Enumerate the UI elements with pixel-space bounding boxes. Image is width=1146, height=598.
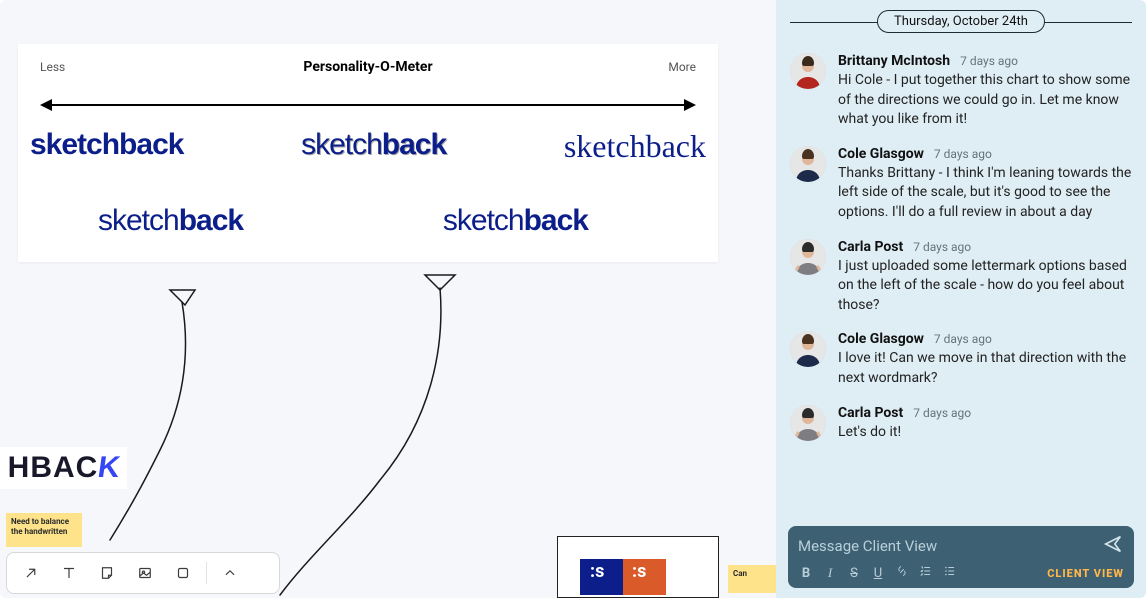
chat-panel: Thursday, October 24th Brittany McIntosh…	[776, 0, 1146, 598]
arrow-icon[interactable]	[13, 557, 49, 589]
sticky-note-1[interactable]: Need to balance the handwritten	[6, 513, 82, 547]
avatar[interactable]	[790, 331, 826, 367]
meter-row-2: sketchback sketchback	[98, 204, 588, 238]
message-composer: Message Client View B I S U	[788, 526, 1134, 588]
message-author: Brittany McIntosh	[838, 53, 950, 69]
message-author: Carla Post	[838, 405, 903, 421]
message-row[interactable]: Cole Glasgow 7 days ago I love it! Can we …	[790, 323, 1132, 396]
format-toolbar: B I S U	[798, 564, 958, 582]
preview-swatch: :s :s	[580, 559, 666, 595]
message-text: I just uploaded some lettermark options …	[838, 257, 1132, 316]
toolbar-separator	[206, 562, 207, 584]
link-icon[interactable]	[894, 564, 910, 582]
message-timestamp: 7 days ago	[960, 54, 1018, 68]
lettermark-crop[interactable]: HBACK	[0, 447, 127, 489]
underline-icon[interactable]: U	[870, 566, 886, 581]
avatar[interactable]	[790, 239, 826, 275]
sticky-note-icon[interactable]	[89, 557, 125, 589]
message-row[interactable]: Carla Post 7 days ago I just uploaded some…	[790, 231, 1132, 324]
text-tool-icon[interactable]	[51, 557, 87, 589]
preview-glyph-1: :s	[590, 561, 604, 582]
chevron-up-icon[interactable]	[212, 557, 248, 589]
personality-meter-card: Less Personality-O-Meter More sketchback…	[18, 44, 718, 262]
composer-input[interactable]: Message Client View	[798, 537, 937, 555]
date-pill: Thursday, October 24th	[877, 10, 1045, 33]
message-timestamp: 7 days ago	[934, 332, 992, 346]
logo-variant-3: sketchback	[564, 130, 706, 162]
logo-variant-4: sketchback	[98, 204, 243, 238]
canvas-toolbar	[6, 552, 280, 594]
logo-variant-1: sketchback	[30, 130, 183, 162]
message-timestamp: 7 days ago	[934, 147, 992, 161]
italic-icon[interactable]: I	[822, 565, 838, 581]
meter-title: Personality-O-Meter	[18, 59, 718, 75]
message-text: I love it! Can we move in that direction…	[838, 349, 1132, 388]
sticky-note-2[interactable]: Can	[728, 565, 776, 593]
message-row[interactable]: Brittany McIntosh 7 days ago Hi Cole - I p…	[790, 45, 1132, 138]
message-list[interactable]: Brittany McIntosh 7 days ago Hi Cole - I p…	[776, 37, 1146, 518]
canvas-area[interactable]: Less Personality-O-Meter More sketchback…	[0, 0, 776, 598]
bold-icon[interactable]: B	[798, 566, 814, 581]
shape-icon[interactable]	[165, 557, 201, 589]
message-text: Hi Cole - I put together this chart to s…	[838, 71, 1132, 130]
logo-variant-5: sketchback	[443, 204, 588, 238]
message-author: Carla Post	[838, 239, 903, 255]
message-row[interactable]: Carla Post 7 days ago Let's do it!	[790, 397, 1132, 451]
avatar[interactable]	[790, 405, 826, 441]
image-icon[interactable]	[127, 557, 163, 589]
meter-row-1: sketchback sketchback sketchback	[18, 130, 718, 162]
preview-card[interactable]: :s :s	[557, 536, 719, 598]
unordered-list-icon[interactable]	[942, 564, 958, 582]
date-divider: Thursday, October 24th	[776, 0, 1146, 37]
message-author: Cole Glasgow	[838, 146, 924, 162]
logo-variant-2: sketchback	[301, 130, 446, 162]
message-text: Let's do it!	[838, 423, 1132, 443]
avatar[interactable]	[790, 146, 826, 182]
ordered-list-icon[interactable]	[918, 564, 934, 582]
meter-axis-line	[42, 104, 694, 106]
message-timestamp: 7 days ago	[913, 240, 971, 254]
send-icon[interactable]	[1102, 533, 1124, 559]
message-text: Thanks Brittany - I think I'm leaning to…	[838, 164, 1132, 223]
avatar[interactable]	[790, 53, 826, 89]
client-view-label[interactable]: CLIENT VIEW	[1047, 567, 1124, 580]
preview-glyph-2: :s	[632, 561, 646, 582]
message-author: Cole Glasgow	[838, 331, 924, 347]
strike-icon[interactable]: S	[846, 566, 862, 581]
message-timestamp: 7 days ago	[913, 406, 971, 420]
message-row[interactable]: Cole Glasgow 7 days ago Thanks Brittany - …	[790, 138, 1132, 231]
